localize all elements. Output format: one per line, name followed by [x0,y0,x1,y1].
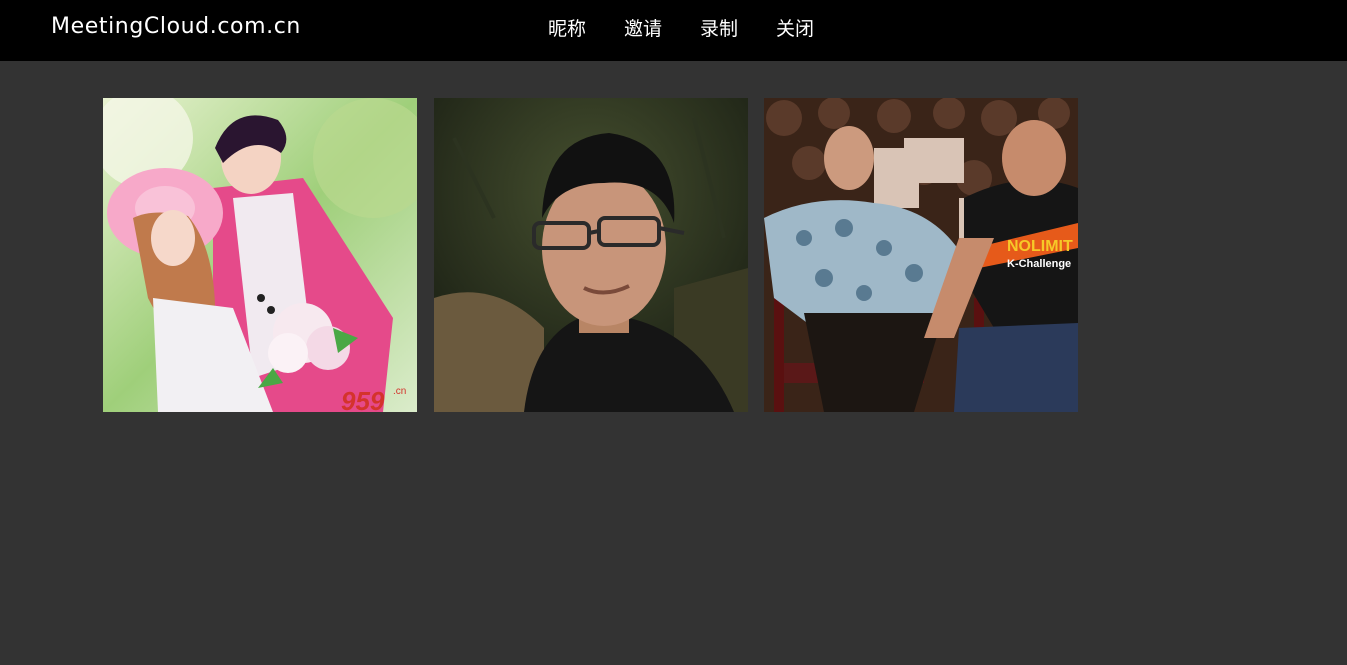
participant-image-couple: 959 .cn [103,98,417,412]
participant-image-glasses-man [434,98,748,412]
video-tile-1[interactable]: 959 .cn [103,98,417,412]
nav-item-close[interactable]: 关闭 [776,16,814,42]
nav-item-nickname[interactable]: 昵称 [548,16,586,42]
shirt-text-2: K-Challenge [1007,258,1071,270]
participant-image-two-men: NOLIMIT K-Challenge [764,98,1078,412]
top-bar: MeetingCloud.com.cn 昵称 邀请 录制 关闭 [0,0,1347,61]
video-grid: 959 .cn NOLIMIT K-Challenge [0,61,1347,665]
video-tile-2[interactable] [434,98,748,412]
shirt-text-1: NOLIMIT [1007,238,1073,255]
nav-item-invite[interactable]: 邀请 [624,16,662,42]
nav-menu: 昵称 邀请 录制 关闭 [548,16,814,42]
brand-logo-text[interactable]: MeetingCloud.com.cn [51,14,301,39]
svg-text:.cn: .cn [393,386,406,397]
nav-item-record[interactable]: 录制 [700,16,738,42]
video-tile-3[interactable]: NOLIMIT K-Challenge [764,98,1078,412]
tile1-watermark: 959 [341,386,385,412]
